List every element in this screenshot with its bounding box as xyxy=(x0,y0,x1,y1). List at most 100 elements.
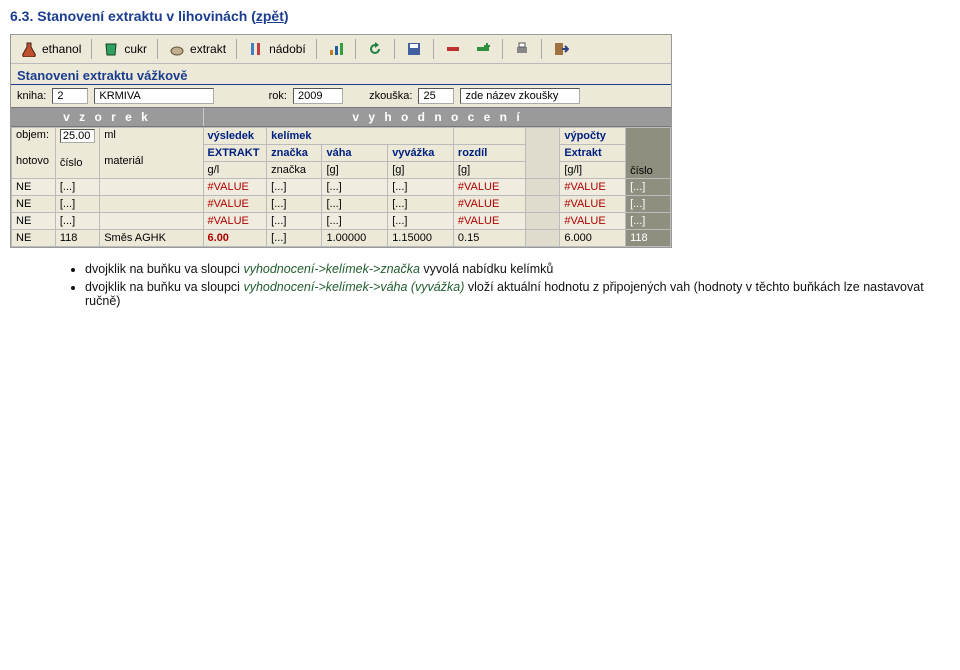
rok-value[interactable]: 2009 xyxy=(293,88,343,104)
cell-extrakt: #VALUE xyxy=(203,179,267,196)
note-1b: vyhodnocení->kelímek->značka xyxy=(243,262,419,276)
u-gpl: [g/l] xyxy=(560,162,626,179)
tool-exit-button[interactable] xyxy=(547,37,575,61)
note-1a: dvojklik na buňku va sloupci xyxy=(85,262,243,276)
zkouska-label: zkouška: xyxy=(369,90,412,102)
separator xyxy=(316,39,317,59)
info-row: kniha: 2 KRMIVA rok: 2009 zkouška: 25 zd… xyxy=(11,85,671,107)
cell-cislo2: 118 xyxy=(626,230,671,247)
separator xyxy=(157,39,158,59)
cell-extrakt-calc: #VALUE xyxy=(560,196,626,213)
separator xyxy=(355,39,356,59)
head-cislo2: číslo xyxy=(630,165,653,177)
head-cislo: číslo xyxy=(60,157,95,169)
save-icon xyxy=(405,40,423,58)
cell-vaha[interactable]: 1.00000 xyxy=(322,230,388,247)
cell-cislo[interactable]: [...] xyxy=(55,213,99,230)
head-hotovo: hotovo xyxy=(16,155,51,167)
h-vaha: váha xyxy=(322,145,388,162)
zkouska-name[interactable]: zde název zkoušky xyxy=(460,88,580,104)
cell-cislo[interactable]: [...] xyxy=(55,179,99,196)
cell-material[interactable]: Směs AGHK xyxy=(100,230,203,247)
tubes-icon xyxy=(247,40,265,58)
cell-cislo2: [...] xyxy=(626,196,671,213)
print-icon xyxy=(513,40,531,58)
bowl-icon xyxy=(168,40,186,58)
cell-material[interactable] xyxy=(100,179,203,196)
toolbar: ethanol cukr extrakt nádobí xyxy=(11,35,671,64)
cell-vaha[interactable]: [...] xyxy=(322,179,388,196)
cell-vyvazka[interactable]: [...] xyxy=(388,179,454,196)
kniha-label: kniha: xyxy=(17,90,46,102)
table-row: NE[...]#VALUE[...][...][...]#VALUE#VALUE… xyxy=(12,179,671,196)
page-title: 6.3. Stanovení extraktu v lihovinách (zp… xyxy=(0,0,960,28)
cell-rozdil: 0.15 xyxy=(453,230,525,247)
app-window: ethanol cukr extrakt nádobí xyxy=(10,34,672,248)
cell-vyvazka[interactable]: 1.15000 xyxy=(388,230,454,247)
add-row-icon xyxy=(474,40,492,58)
separator xyxy=(541,39,542,59)
cell-vaha[interactable]: [...] xyxy=(322,196,388,213)
cell-vyvazka[interactable]: [...] xyxy=(388,213,454,230)
zkouska-num[interactable]: 25 xyxy=(418,88,454,104)
chart-icon xyxy=(327,40,345,58)
cell-material[interactable] xyxy=(100,213,203,230)
tool-print-button[interactable] xyxy=(508,37,536,61)
cell-hotovo[interactable]: NE xyxy=(12,230,56,247)
cell-hotovo[interactable]: NE xyxy=(12,179,56,196)
back-link[interactable]: zpět xyxy=(256,8,284,24)
kniha-name[interactable]: KRMIVA xyxy=(94,88,214,104)
section-title: Stanoveni extraktu vážkově xyxy=(11,64,671,85)
objem-value[interactable]: 25.00 xyxy=(60,129,95,143)
tool-save-button[interactable] xyxy=(400,37,428,61)
cell-cislo2: [...] xyxy=(626,179,671,196)
h-vypocty: výpočty xyxy=(560,128,626,145)
tool-delete-row-button[interactable] xyxy=(439,37,467,61)
cell-znacka[interactable]: [...] xyxy=(267,213,322,230)
h-extrakt2: Extrakt xyxy=(560,145,626,162)
h-extrakt: EXTRAKT xyxy=(203,145,267,162)
delete-row-icon xyxy=(444,40,462,58)
group-vzorek: v z o r e k xyxy=(11,108,204,126)
cell-znacka[interactable]: [...] xyxy=(267,179,322,196)
rok-label: rok: xyxy=(269,90,287,102)
cell-gap xyxy=(525,213,559,230)
title-suffix: ) xyxy=(284,8,289,24)
nadobi-button[interactable]: nádobí xyxy=(242,37,311,61)
notes: dvojklik na buňku va sloupci vyhodnocení… xyxy=(45,262,960,308)
tool-refresh-button[interactable] xyxy=(361,37,389,61)
u-g1: [g] xyxy=(322,162,388,179)
cell-cislo[interactable]: 118 xyxy=(55,230,99,247)
u-g2: [g] xyxy=(388,162,454,179)
separator xyxy=(433,39,434,59)
tool-chart-button[interactable] xyxy=(322,37,350,61)
cell-znacka[interactable]: [...] xyxy=(267,196,322,213)
ethanol-button[interactable]: ethanol xyxy=(15,37,86,61)
table-row: NE[...]#VALUE[...][...][...]#VALUE#VALUE… xyxy=(12,213,671,230)
note-2: dvojklik na buňku va sloupci vyhodnocení… xyxy=(85,280,960,308)
cell-znacka[interactable]: [...] xyxy=(267,230,322,247)
extrakt-button[interactable]: extrakt xyxy=(163,37,231,61)
separator xyxy=(502,39,503,59)
h-rozdil: rozdíl xyxy=(453,145,525,162)
cell-rozdil: #VALUE xyxy=(453,196,525,213)
kniha-num[interactable]: 2 xyxy=(52,88,88,104)
beaker-icon xyxy=(102,40,120,58)
cell-hotovo[interactable]: NE xyxy=(12,213,56,230)
separator xyxy=(91,39,92,59)
h-vyvazka: vyvážka xyxy=(388,145,454,162)
cell-hotovo[interactable]: NE xyxy=(12,196,56,213)
h-vysledek: výsledek xyxy=(203,128,267,145)
tool-add-row-button[interactable] xyxy=(469,37,497,61)
cell-material[interactable] xyxy=(100,196,203,213)
group-header: v z o r e k v y h o d n o c e n í xyxy=(11,107,671,127)
cell-extrakt-calc: #VALUE xyxy=(560,179,626,196)
cell-gap xyxy=(525,230,559,247)
cukr-button[interactable]: cukr xyxy=(97,37,152,61)
cell-extrakt: #VALUE xyxy=(203,213,267,230)
cell-vyvazka[interactable]: [...] xyxy=(388,196,454,213)
cell-vaha[interactable]: [...] xyxy=(322,213,388,230)
cell-cislo[interactable]: [...] xyxy=(55,196,99,213)
exit-icon xyxy=(552,40,570,58)
cukr-label: cukr xyxy=(124,42,147,56)
